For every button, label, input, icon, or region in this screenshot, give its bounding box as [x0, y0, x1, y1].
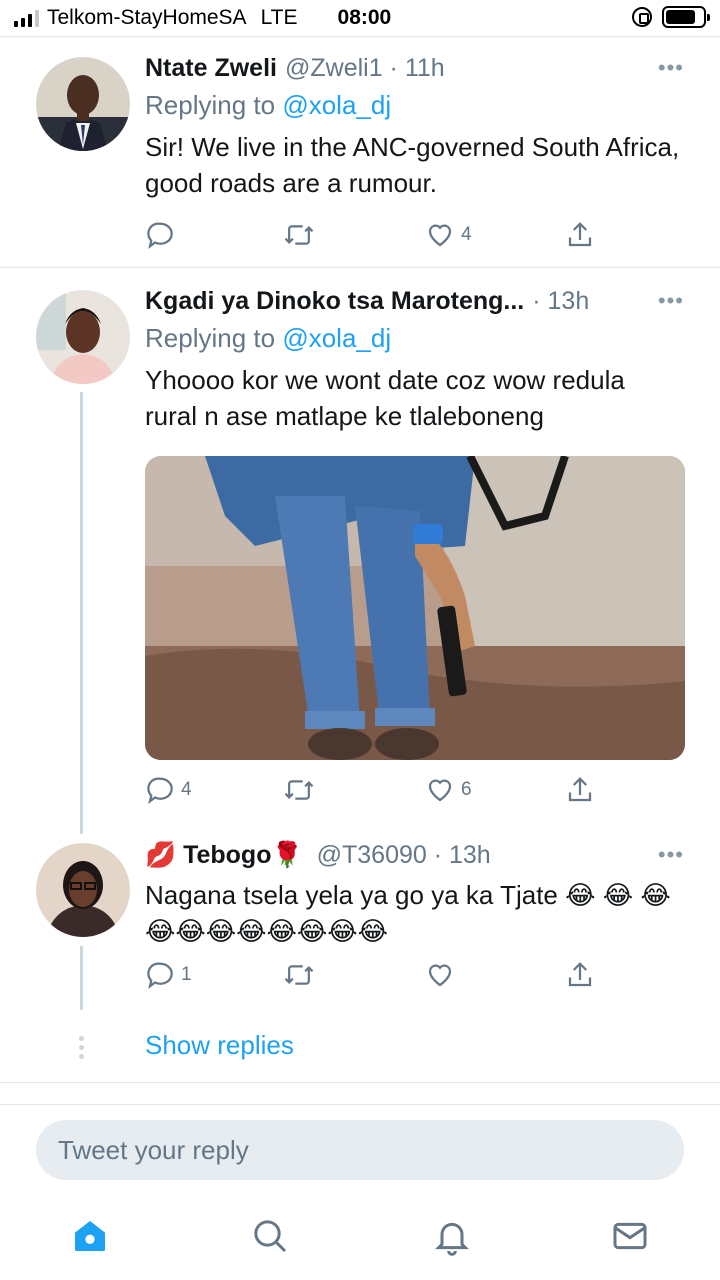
share-icon [568, 962, 592, 987]
status-bar: Telkom-StayHomeSA LTE 08:00 [0, 0, 720, 36]
share-button[interactable] [565, 220, 595, 250]
retweet-icon [284, 780, 314, 800]
like-button[interactable] [425, 960, 461, 990]
reply-button[interactable] [145, 220, 181, 250]
like-count: 4 [461, 224, 472, 245]
tab-bar [0, 1200, 720, 1280]
tweet-header: Ntate Zweli @Zweli1 · 11h ••• [145, 50, 684, 86]
replying-prefix: Replying to [145, 323, 276, 353]
thread-line [80, 946, 83, 1010]
reply-count: 4 [181, 779, 192, 800]
retweet-icon [284, 965, 314, 985]
retweet-button[interactable] [283, 220, 321, 250]
reply-button[interactable]: 4 [145, 775, 192, 805]
reply-placeholder: Tweet your reply [58, 1134, 249, 1165]
author-handle: @Zweli1 · 11h [284, 53, 445, 82]
notifications-tab[interactable] [432, 1216, 472, 1256]
share-button[interactable] [565, 960, 595, 990]
avatar[interactable] [36, 57, 130, 151]
tweet-photo[interactable] [145, 456, 685, 760]
retweet-button[interactable] [283, 775, 321, 805]
author-name[interactable]: Kgadi ya Dinoko tsa Maroteng... [145, 287, 524, 316]
search-icon [254, 1220, 287, 1253]
tweet-actions: 4 [145, 220, 595, 254]
carrier-name: Telkom-StayHomeSA [47, 6, 247, 29]
status-right [632, 6, 710, 28]
tweet-header: 💋 Tebogo🌹 @T36090 · 13h ••• [145, 837, 684, 873]
avatar[interactable] [36, 290, 130, 384]
tweet-actions: 1 [145, 960, 595, 994]
reply-area-divider [0, 1104, 720, 1105]
author-handle: · 13h [532, 286, 590, 315]
reply-button[interactable]: 1 [145, 960, 192, 990]
heart-icon [428, 224, 452, 247]
tweet-text: Sir! We live in the ANC-governed South A… [145, 132, 680, 198]
like-count: 6 [461, 779, 472, 800]
heart-icon [428, 779, 452, 802]
messages-tab[interactable] [610, 1216, 650, 1256]
signal-strength-icon [14, 9, 39, 27]
avatar[interactable] [36, 843, 130, 937]
orientation-lock-icon [632, 7, 652, 27]
tweet-header: Kgadi ya Dinoko tsa Maroteng... · 13h ••… [145, 283, 684, 319]
reply-input[interactable]: Tweet your reply [36, 1120, 684, 1180]
tweet-divider [0, 267, 720, 268]
like-button[interactable]: 4 [425, 220, 472, 250]
replying-to: Replying to @xola_dj [145, 90, 684, 121]
reply-icon [147, 777, 173, 804]
retweet-button[interactable] [283, 960, 321, 990]
author-handle: @T36090 · 13h [316, 840, 491, 869]
battery-icon [662, 6, 710, 28]
search-tab[interactable] [250, 1216, 290, 1256]
reply-icon [147, 222, 173, 249]
home-icon [75, 1221, 105, 1251]
status-divider [0, 36, 720, 37]
home-tab[interactable] [70, 1216, 110, 1256]
notifications-icon [435, 1222, 469, 1256]
replying-to: Replying to @xola_dj [145, 323, 684, 354]
more-options-icon[interactable]: ••• [658, 55, 684, 81]
author-name[interactable]: 💋 Tebogo🌹 [145, 841, 303, 870]
reply-icon [147, 962, 173, 989]
share-icon [568, 777, 592, 802]
heart-icon [428, 964, 452, 987]
thread-continuation-dots [79, 1036, 84, 1059]
reply-count: 1 [181, 964, 192, 985]
more-options-icon[interactable]: ••• [658, 842, 684, 868]
thread-line [80, 392, 83, 834]
author-name[interactable]: Ntate Zweli [145, 54, 277, 83]
tweet-text: Nagana tsela yela ya go ya ka Tjate 😂 😂 … [145, 880, 671, 946]
mention-link[interactable]: @xola_dj [282, 90, 391, 120]
network-type: LTE [260, 6, 298, 29]
share-button[interactable] [565, 775, 595, 805]
share-icon [568, 222, 592, 247]
thread-divider [0, 1082, 720, 1083]
status-time: 08:00 [337, 6, 392, 29]
messages-icon [613, 1222, 647, 1250]
retweet-icon [284, 225, 314, 245]
replying-prefix: Replying to [145, 90, 276, 120]
more-options-icon[interactable]: ••• [658, 288, 684, 314]
tweet-actions: 4 6 [145, 775, 595, 809]
mention-link[interactable]: @xola_dj [282, 323, 391, 353]
tweet-text: Yhoooo kor we wont date coz wow redula r… [145, 365, 625, 431]
show-replies-link[interactable]: Show replies [145, 1030, 294, 1061]
like-button[interactable]: 6 [425, 775, 472, 805]
